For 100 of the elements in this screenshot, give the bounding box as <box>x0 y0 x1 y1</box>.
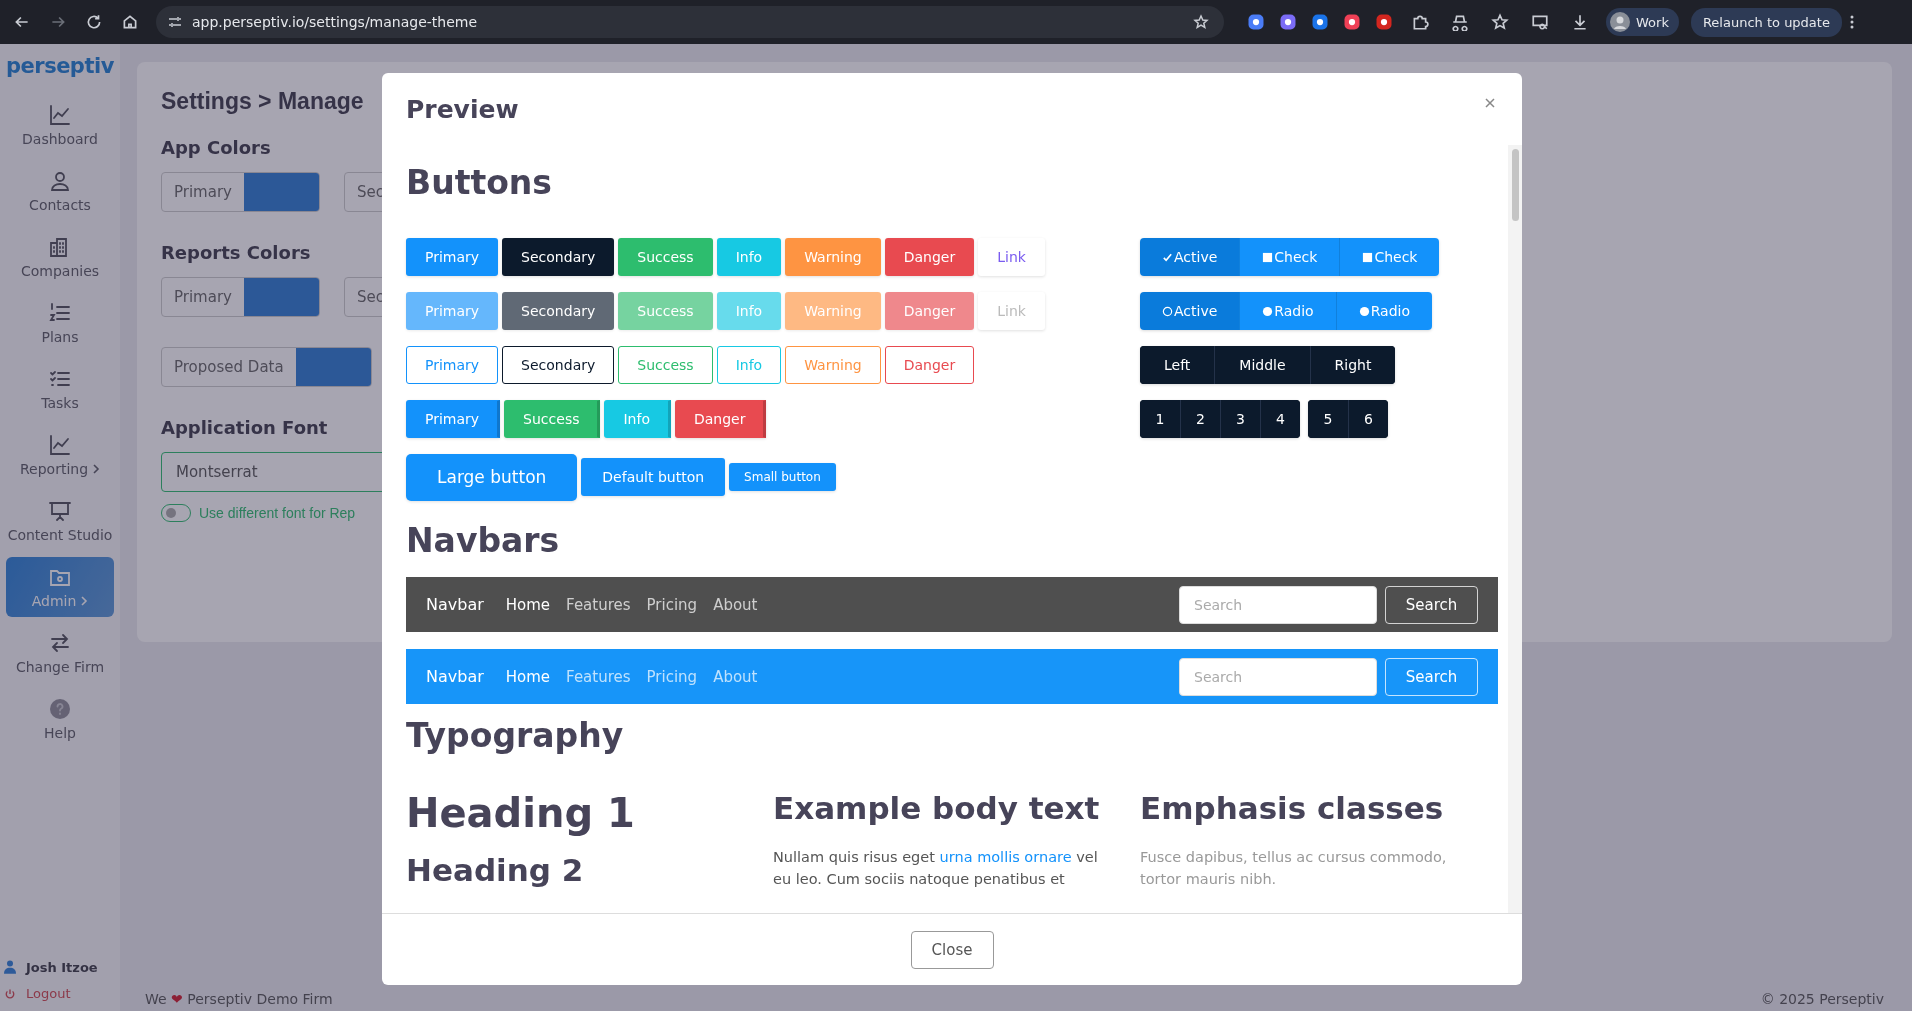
sample-button[interactable]: Danger <box>884 346 975 384</box>
body-paragraph: Nullam quis risus eget urna mollis ornare vel eu leo. Cum sociis natoque penatibus et <box>773 848 1099 889</box>
sidebar-item[interactable]: Contacts <box>6 161 114 221</box>
sidebar-item[interactable]: Tasks <box>6 359 114 419</box>
sample-button[interactable]: Primary <box>406 346 499 384</box>
toggle-button[interactable]: Radio <box>1335 292 1432 330</box>
nav-link[interactable]: Features <box>566 667 631 686</box>
profile-button[interactable]: Work <box>1606 8 1679 36</box>
extension-icon[interactable] <box>1310 12 1330 32</box>
nav-link[interactable]: About <box>713 595 758 614</box>
search-field[interactable]: Search <box>1179 585 1377 624</box>
sample-button[interactable]: Info <box>716 346 782 384</box>
toggle-button[interactable]: Check <box>1339 238 1440 276</box>
sample-button[interactable]: Warning <box>785 238 881 276</box>
sample-button[interactable]: Default button <box>581 458 726 496</box>
person-icon <box>4 960 16 974</box>
section-heading: Application Font <box>161 417 328 438</box>
address-bar[interactable]: app.perseptiv.io/settings/manage-theme <box>156 6 1224 38</box>
color-picker[interactable]: Proposed Data <box>161 347 372 387</box>
sidebar-item[interactable]: Dashboard <box>6 95 114 155</box>
sample-button[interactable]: Danger <box>884 292 975 330</box>
sidebar-item[interactable]: Reporting <box>6 425 114 485</box>
sample-button[interactable]: Large button <box>406 453 578 501</box>
segment-button[interactable]: Middle <box>1214 346 1310 384</box>
power-icon <box>4 987 16 1000</box>
page-button[interactable]: 5 <box>1308 400 1348 438</box>
navbar-brand[interactable]: Navbar <box>426 667 484 686</box>
sample-button[interactable]: Success <box>618 238 713 276</box>
nav-link[interactable]: Pricing <box>646 667 698 686</box>
sample-heading: Heading 1 <box>406 789 636 838</box>
sample-button[interactable]: Small button <box>729 463 836 491</box>
sidebar-item[interactable]: Change Firm <box>6 623 114 683</box>
sample-heading: Heading 2 <box>406 851 585 890</box>
sample-button[interactable]: Info <box>716 238 782 276</box>
page-button[interactable]: 2 <box>1180 400 1220 438</box>
sidebar-item[interactable]: Content Studio <box>6 491 114 551</box>
chart-icon <box>48 433 72 457</box>
close-button[interactable]: Close <box>910 930 994 969</box>
user-name[interactable]: Josh Itzoe <box>0 952 120 982</box>
section-heading: Navbars <box>406 521 561 561</box>
extension-icon[interactable] <box>1342 12 1362 32</box>
nav-link[interactable]: Home <box>505 595 551 614</box>
page-button[interactable]: 1 <box>1140 400 1180 438</box>
person-icon <box>48 169 72 193</box>
sidebar-item[interactable]: Admin <box>6 557 114 617</box>
presentation-icon <box>48 499 72 523</box>
nav-link[interactable]: Home <box>505 667 551 686</box>
page-title: Settings > Manage <box>161 88 364 115</box>
chevron-icon <box>80 595 89 607</box>
sample-button[interactable]: Info <box>604 400 671 438</box>
logout-link[interactable]: Logout <box>0 982 120 1011</box>
color-picker[interactable]: Primary <box>161 277 320 317</box>
page-button[interactable]: 6 <box>1348 400 1388 438</box>
segment-button[interactable]: Left <box>1140 346 1215 384</box>
sample-button[interactable]: Success <box>618 346 713 384</box>
color-picker[interactable]: Primary <box>161 172 320 212</box>
search-field[interactable]: Search <box>1179 657 1377 696</box>
toggle-button[interactable]: Radio <box>1239 292 1336 330</box>
help-icon <box>48 697 72 721</box>
sample-button[interactable]: Secondary <box>502 346 615 384</box>
nav-link[interactable]: About <box>713 667 758 686</box>
sample-button[interactable]: Primary <box>406 238 499 276</box>
sample-button[interactable]: Secondary <box>502 292 615 330</box>
section-heading: Buttons <box>406 163 553 203</box>
search-button[interactable]: Search <box>1385 657 1478 696</box>
sample-button[interactable]: Danger <box>884 238 975 276</box>
sample-button[interactable]: Primary <box>406 400 501 438</box>
sample-button[interactable]: Danger <box>674 400 767 438</box>
relaunch-button[interactable]: Relaunch to update <box>1690 7 1842 37</box>
chart-icon <box>48 103 72 127</box>
chevron-icon <box>92 463 101 475</box>
sample-button[interactable]: Success <box>504 400 601 438</box>
nav-link[interactable]: Pricing <box>646 595 698 614</box>
toggle-button[interactable]: Active <box>1140 292 1240 330</box>
page-button[interactable]: 4 <box>1260 400 1300 438</box>
sample-button[interactable]: Primary <box>406 292 499 330</box>
sample-heading: Example body text <box>773 789 1101 828</box>
more-icon[interactable] <box>1849 14 1854 30</box>
sample-button[interactable]: Secondary <box>502 238 615 276</box>
extension-icon[interactable] <box>1246 12 1266 32</box>
extension-icon[interactable] <box>1278 12 1298 32</box>
sidebar-item[interactable]: Help <box>6 689 114 749</box>
sample-button[interactable]: Warning <box>785 346 881 384</box>
toggle-button[interactable]: Check <box>1239 238 1340 276</box>
scrollbar-thumb[interactable] <box>1512 149 1519 221</box>
extension-icon[interactable] <box>1374 12 1394 32</box>
sample-heading: Emphasis classes <box>1140 789 1445 828</box>
nav-link[interactable]: Features <box>566 595 631 614</box>
page-button[interactable]: 3 <box>1220 400 1260 438</box>
toggle-button[interactable]: Active <box>1140 238 1240 276</box>
sidebar-item[interactable]: Plans <box>6 293 114 353</box>
segment-button[interactable]: Right <box>1309 346 1396 384</box>
close-icon[interactable] <box>1484 97 1496 109</box>
search-button[interactable]: Search <box>1385 585 1478 624</box>
navbar-brand[interactable]: Navbar <box>426 595 484 614</box>
sample-button[interactable]: Link <box>978 292 1045 330</box>
sidebar-item[interactable]: Companies <box>6 227 114 287</box>
sample-button[interactable]: Link <box>978 238 1045 276</box>
text-link[interactable]: urna mollis ornare <box>939 849 1072 865</box>
logo[interactable]: perseptiv <box>0 44 120 92</box>
